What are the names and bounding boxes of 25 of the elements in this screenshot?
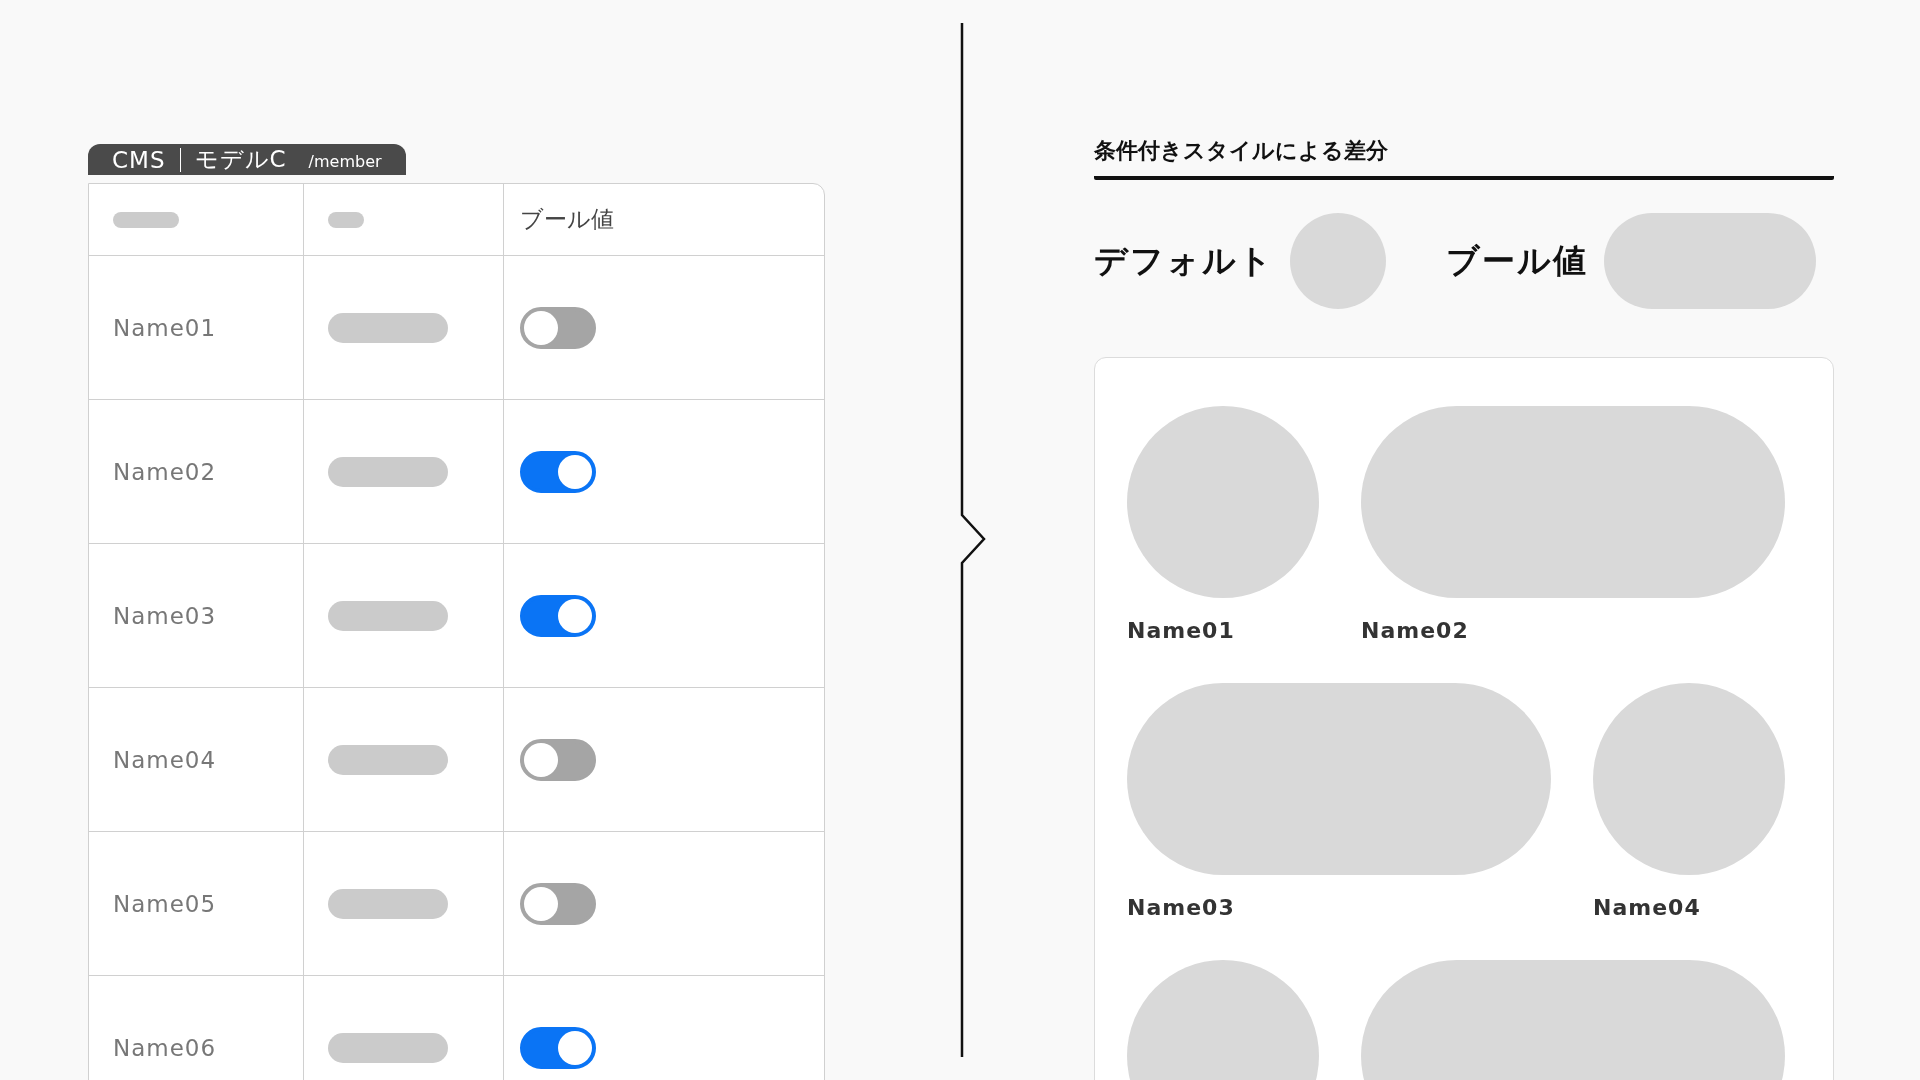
item-label: Name04 — [1593, 895, 1702, 920]
item-label: Name03 — [1127, 895, 1236, 920]
legend-label: デフォルト — [1094, 239, 1274, 282]
toggle-switch[interactable] — [520, 450, 596, 493]
name-cell: Name02 — [113, 458, 217, 485]
name-cell: Name04 — [113, 746, 217, 773]
item-label: Name02 — [1361, 618, 1470, 643]
model-name: モデルC — [194, 145, 287, 174]
legend-label: ブール値 — [1446, 239, 1588, 282]
placeholder-bar — [328, 211, 364, 228]
path-label: /member — [308, 152, 382, 171]
app-name: CMS — [112, 146, 166, 173]
name-cell: Name01 — [113, 314, 217, 341]
name-cell: Name06 — [113, 1034, 217, 1061]
name-cell: Name05 — [113, 890, 217, 917]
item-label: Name01 — [1127, 618, 1236, 643]
toggle-switch[interactable] — [520, 594, 596, 637]
toggle-switch[interactable] — [520, 306, 596, 349]
name-cell: Name03 — [113, 602, 217, 629]
toggle-switch[interactable] — [520, 1026, 596, 1069]
toggle-switch[interactable] — [520, 738, 596, 781]
section-title: 条件付きスタイルによる差分 — [1094, 136, 1834, 180]
toggle-switch[interactable] — [520, 882, 596, 925]
column-header: ブール値 — [520, 205, 614, 234]
placeholder-bar — [113, 211, 179, 228]
